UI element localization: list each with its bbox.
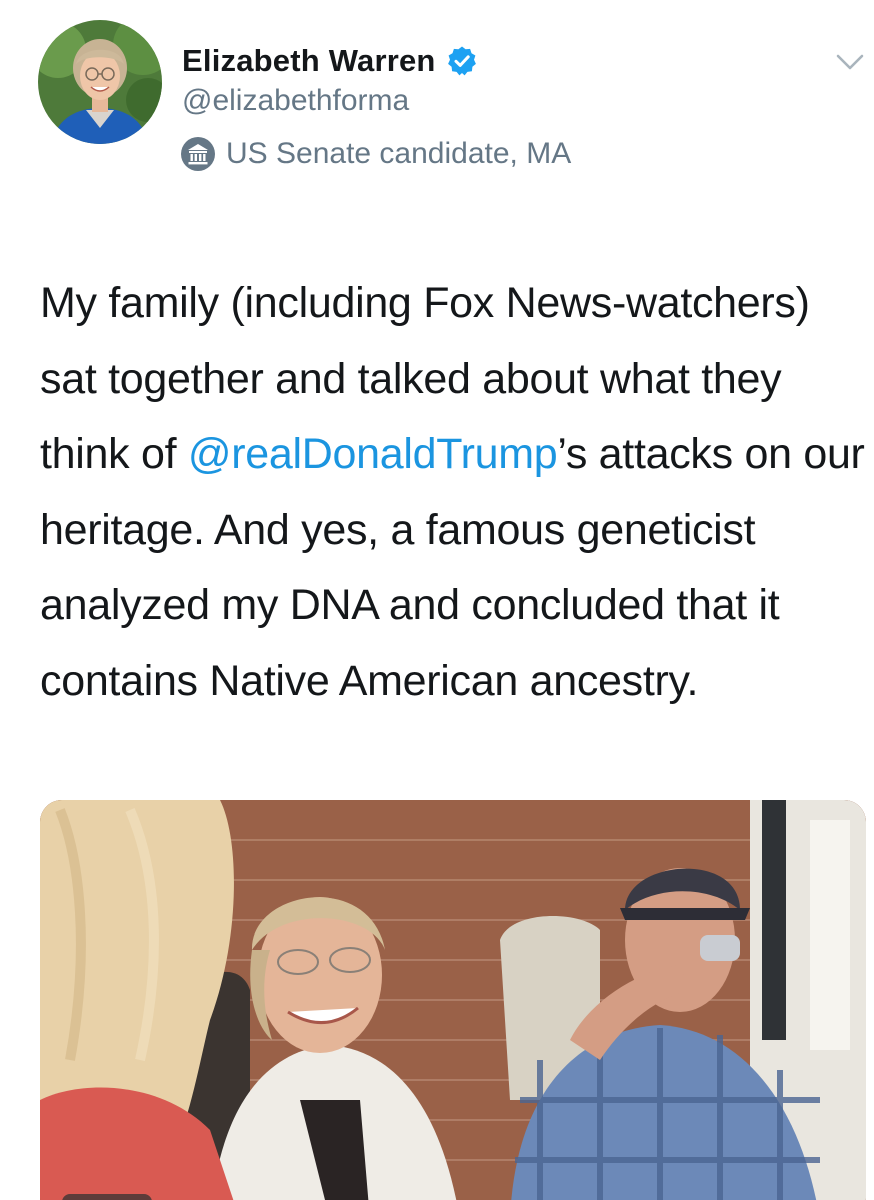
tweet-text: My family (including Fox News-watchers) … — [40, 266, 866, 719]
display-name[interactable]: Elizabeth Warren — [182, 43, 436, 79]
mention-link[interactable]: @realDonaldTrump — [188, 430, 558, 478]
avatar[interactable] — [38, 20, 162, 144]
tweet: Elizabeth Warren @elizabethforma US Sena… — [0, 0, 874, 1200]
label-text: US Senate candidate, MA — [226, 137, 572, 170]
avatar-image — [38, 20, 162, 144]
video-thumbnail[interactable] — [40, 800, 866, 1200]
video-thumbnail-icon — [40, 800, 866, 1200]
chevron-down-icon[interactable] — [830, 48, 870, 78]
account-label: US Senate candidate, MA — [180, 134, 571, 174]
handle[interactable]: @elizabethforma — [182, 84, 409, 118]
verified-badge-icon — [446, 45, 478, 77]
government-building-icon — [180, 136, 216, 172]
name-row: Elizabeth Warren — [182, 36, 478, 86]
